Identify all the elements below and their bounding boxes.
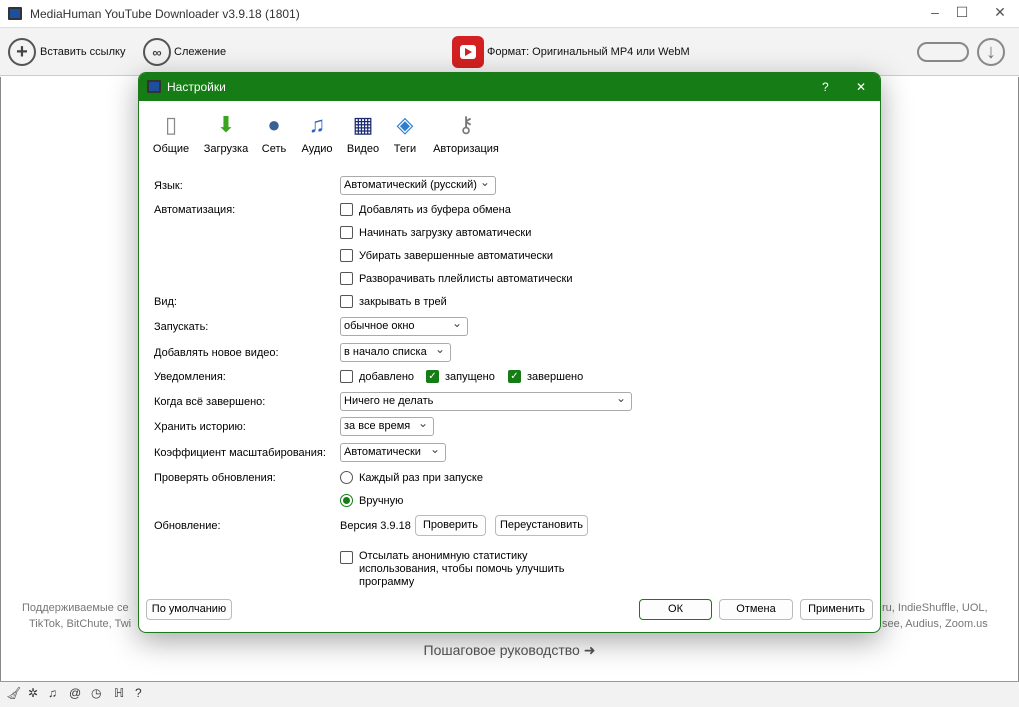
defaults-button[interactable]: По умолчанию (146, 599, 232, 620)
minimize-to-tray-checkbox[interactable]: закрывать в трей (340, 295, 447, 308)
arrow-circle-icon: ➜ (583, 642, 596, 658)
format-button[interactable]: Формат: Оригинальный MP4 или WebM (452, 36, 690, 68)
switch-icon: ▯ (164, 112, 178, 137)
update-manual-radio[interactable]: Вручную (340, 494, 403, 507)
music-icon[interactable]: ♫ (48, 686, 57, 700)
guide-link[interactable]: Пошаговое руководство ➜ (0, 642, 1019, 659)
add-new-label: Добавлять новое видео: (154, 347, 279, 359)
when-done-label: Когда всё завершено: (154, 396, 266, 408)
help-button[interactable]: ? (822, 80, 829, 94)
tab-authorization[interactable]: ⚷ Авторизация (430, 111, 502, 155)
download-all-button[interactable]: ↓ (977, 38, 1005, 66)
tab-audio[interactable]: ♫ Аудио (298, 111, 336, 155)
history-select[interactable]: за все время (340, 416, 434, 436)
apply-button[interactable]: Применить (800, 599, 873, 620)
music-note-icon: ♫ (308, 112, 326, 137)
notifications-label: Уведомления: (154, 371, 226, 383)
check-updates-label: Проверять обновления: (154, 472, 276, 484)
window-title: MediaHuman YouTube Downloader v3.9.18 (1… (30, 7, 300, 21)
radio-circle (340, 471, 353, 484)
checkbox-box (340, 226, 353, 239)
add-new-select[interactable]: в начало списка (340, 342, 451, 362)
film-icon: ▦ (352, 112, 374, 137)
plus-icon: + (8, 38, 36, 66)
paste-link-button[interactable]: + Вставить ссылку (8, 38, 125, 66)
gear-icon[interactable]: ✲ (28, 686, 38, 700)
tracking-button[interactable]: ∞ Слежение (143, 38, 226, 66)
scale-select[interactable]: Автоматически (340, 442, 446, 462)
toolbar: + Вставить ссылку ∞ Слежение Формат: Ори… (0, 28, 1019, 76)
auto-remove-checkbox[interactable]: Убирать завершенные автоматически (340, 249, 553, 262)
checkbox-box (340, 551, 353, 564)
checkbox-box (340, 249, 353, 262)
scale-label: Коэффициент масштабирования: (154, 447, 326, 459)
maximize-button[interactable]: ☐ (952, 4, 972, 21)
window-titlebar: MediaHuman YouTube Downloader v3.9.18 (1… (0, 0, 1019, 28)
reinstall-button[interactable]: Переустановить (495, 515, 588, 536)
language-select[interactable]: Автоматический (русский) (340, 175, 496, 195)
app-icon (8, 7, 22, 20)
launch-select[interactable]: обычное окно (340, 316, 468, 336)
checkbox-box (340, 203, 353, 216)
update-on-launch-radio[interactable]: Каждый раз при запуске (340, 471, 483, 484)
video-mode-toggle[interactable] (917, 42, 969, 62)
tag-icon: ◈ (396, 112, 414, 137)
cancel-button[interactable]: Отмена (719, 599, 793, 620)
globe-icon: ● (267, 112, 281, 137)
tab-tags[interactable]: ◈ Теги (390, 111, 420, 155)
checkbox-box (340, 295, 353, 308)
snail-icon[interactable]: @ (69, 686, 81, 700)
check-update-button[interactable]: Проверить (415, 515, 486, 536)
keys-icon: ⚷ (457, 112, 475, 137)
automation-label: Автоматизация: (154, 204, 236, 216)
auto-start-checkbox[interactable]: Начинать загрузку автоматически (340, 226, 531, 239)
history-label: Хранить историю: (154, 421, 246, 433)
statusbar: 🧹︎ ✲ ♫ @ ◷ ℍ ? (0, 681, 1019, 707)
update-label: Обновление: (154, 520, 221, 532)
notify-finished-checkbox[interactable]: ✓ завершено (508, 370, 583, 383)
settings-dialog: Настройки ? ✕ ▯ Общие ⬇ Загрузка ● Сеть ♫ Ау… (138, 72, 881, 633)
clock-icon[interactable]: ◷ (91, 686, 101, 700)
check-icon: ✓ (426, 370, 439, 383)
checkbox-box (340, 370, 353, 383)
notify-started-checkbox[interactable]: ✓ запущено (426, 370, 495, 383)
ok-button[interactable]: ОК (639, 599, 712, 620)
auto-expand-playlists-checkbox[interactable]: Разворачивать плейлисты автоматически (340, 272, 573, 285)
binoculars-icon[interactable]: ℍ (114, 686, 124, 700)
close-window-button[interactable]: ✕ (990, 4, 1010, 21)
dialog-titlebar: Настройки ? ✕ (139, 73, 880, 101)
binoculars-icon: ∞ (143, 38, 171, 66)
app-icon (147, 80, 161, 93)
help-icon[interactable]: ? (135, 686, 142, 700)
broom-icon[interactable]: 🧹︎ (6, 686, 21, 700)
auto-clipboard-checkbox[interactable]: Добавлять из буфера обмена (340, 203, 511, 216)
tab-network[interactable]: ● Сеть (259, 111, 289, 155)
minimize-button[interactable]: – (925, 4, 945, 20)
check-icon: ✓ (508, 370, 521, 383)
tab-download[interactable]: ⬇ Загрузка (200, 111, 252, 155)
tab-general[interactable]: ▯ Общие (151, 111, 191, 155)
tab-video[interactable]: ▦ Видео (343, 111, 383, 155)
notify-added-checkbox[interactable]: добавлено (340, 370, 414, 383)
close-dialog-button[interactable]: ✕ (856, 80, 866, 94)
download-arrow-icon: ⬇ (216, 112, 236, 137)
launch-label: Запускать: (154, 321, 209, 333)
version-text: Версия 3.9.18 (340, 520, 411, 532)
checkbox-box (340, 272, 353, 285)
view-label: Вид: (154, 296, 177, 308)
when-done-select[interactable]: Ничего не делать (340, 391, 632, 411)
send-stats-checkbox[interactable]: Отсылать анонимную статистику использова… (340, 550, 590, 589)
radio-circle (340, 494, 353, 507)
language-label: Язык: (154, 180, 183, 192)
dialog-title: Настройки (167, 80, 226, 94)
youtube-icon (452, 36, 484, 68)
